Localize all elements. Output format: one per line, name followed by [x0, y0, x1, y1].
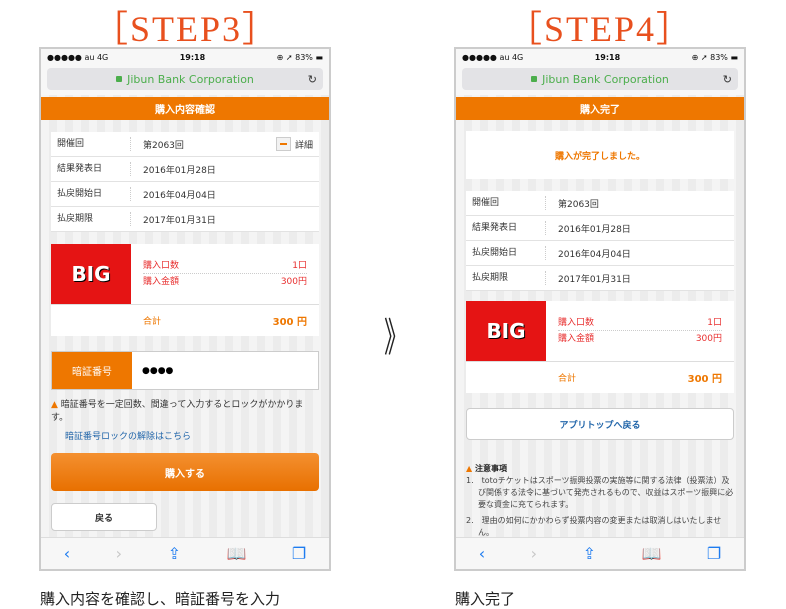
pin-input[interactable]: ●●●●: [132, 352, 318, 389]
value: 2016年04月04日: [558, 249, 631, 260]
count-label: 購入口数: [143, 261, 180, 271]
value: 2017年01月31日: [558, 274, 631, 285]
table-row: 払戻期限 2017年01月31日: [466, 266, 734, 291]
page-title: 購入完了: [456, 97, 744, 120]
phone-step3: ●●●●● au 4G 19:18 ⊕ ➚ 83% ▬ Jibun Bank Cor…: [39, 47, 331, 571]
amount-label: 購入金額: [558, 334, 595, 344]
label: 開催回: [51, 137, 131, 151]
battery: ⊕ ➚ 83% ▬: [691, 53, 738, 62]
label: 結果発表日: [51, 162, 131, 176]
step3-title: ［STEP3］: [91, 9, 281, 49]
total-label: 合計: [143, 317, 162, 327]
warning-text: ▲ 暗証番号を一定回数、間違って入力するとロックがかかります。: [51, 399, 319, 425]
phone-step4: ●●●●● au 4G 19:18 ⊕ ➚ 83% ▬ Jibun Bank Cor…: [454, 47, 746, 571]
info-table: 開催回 第2063回 結果発表日 2016年01月28日 払戻開始日 2016年04月…: [466, 191, 734, 291]
label: 払戻期限: [466, 271, 546, 285]
tabs-icon[interactable]: ❐: [292, 544, 306, 563]
total-value: 300 円: [272, 317, 307, 328]
forward-icon[interactable]: ›: [531, 544, 537, 563]
lock-icon: [116, 76, 123, 82]
label: 払戻期限: [51, 212, 131, 226]
next-arrow-icon: 》: [384, 315, 408, 361]
status-bar: ●●●●● au 4G 19:18 ⊕ ➚ 83% ▬: [456, 49, 744, 66]
bookmarks-icon[interactable]: 📖: [226, 544, 246, 563]
table-row: 開催回 第2063回: [466, 191, 734, 216]
count-label: 購入口数: [558, 318, 595, 328]
purchase-card: BIG 購入口数 1口購入金額 300円 合計 300 円: [466, 301, 734, 393]
notes-title: 注意事項: [474, 464, 507, 473]
browser-toolbar: ‹ › ⇪ 📖 ❐: [456, 537, 744, 569]
buy-button[interactable]: 購入する: [51, 453, 319, 491]
big-logo: BIG: [51, 244, 131, 304]
amount-value: 300円: [280, 277, 307, 287]
unlock-link[interactable]: 暗証番号ロックの解除はこちら: [65, 429, 191, 442]
carrier: ●●●●● au 4G: [47, 53, 109, 62]
table-row: 払戻期限 2017年01月31日: [51, 207, 319, 232]
table-row: 払戻開始日 2016年04月04日: [51, 182, 319, 207]
pin-label: 暗証番号: [52, 352, 132, 389]
table-row: 払戻開始日 2016年04月04日: [466, 241, 734, 266]
big-logo: BIG: [466, 301, 546, 361]
value: 2016年04月04日: [143, 190, 216, 201]
reload-icon[interactable]: ↻: [308, 73, 317, 86]
label: 開催回: [466, 196, 546, 210]
warning-message: 暗証番号を一定回数、間違って入力するとロックがかかります。: [51, 400, 304, 423]
amount-label: 購入金額: [143, 277, 180, 287]
value: 第2063回: [558, 199, 599, 210]
share-icon[interactable]: ⇪: [583, 544, 596, 563]
note-item: 1. totoチケットはスポーツ振興投票の実施等に関する法律（投票法）及び関係す…: [466, 476, 734, 509]
value: 第2063回: [143, 140, 184, 151]
table-row: 開催回 第2063回 詳細: [51, 132, 319, 157]
back-icon[interactable]: ‹: [64, 544, 70, 563]
warning-icon: ▲: [466, 464, 473, 473]
label: 結果発表日: [466, 221, 546, 235]
table-row: 結果発表日 2016年01月28日: [51, 157, 319, 182]
lock-icon: [531, 76, 538, 82]
count-value: 1口: [292, 261, 307, 271]
tabs-icon[interactable]: ❐: [707, 544, 721, 563]
step4-title: ［STEP4］: [505, 9, 695, 49]
info-table: 開催回 第2063回 詳細 結果発表日 2016年01月28日 払戻開始日 2016年0…: [51, 132, 319, 232]
bookmarks-icon[interactable]: 📖: [641, 544, 661, 563]
share-icon[interactable]: ⇪: [168, 544, 181, 563]
clock: 19:18: [179, 53, 206, 62]
page-title: 購入内容確認: [41, 97, 329, 120]
detail-toggle[interactable]: 詳細: [275, 137, 313, 151]
back-icon[interactable]: ‹: [479, 544, 485, 563]
status-bar: ●●●●● au 4G 19:18 ⊕ ➚ 83% ▬: [41, 49, 329, 66]
address-bar[interactable]: Jibun Bank Corporation ↻: [462, 68, 738, 90]
amount-value: 300円: [695, 334, 722, 344]
address-bar[interactable]: Jibun Bank Corporation ↻: [47, 68, 323, 90]
notes: ▲ 注意事項 1. totoチケットはスポーツ振興投票の実施等に関する法律（投票…: [466, 463, 734, 539]
detail-label: 詳細: [294, 140, 313, 151]
table-row: 結果発表日 2016年01月28日: [466, 216, 734, 241]
total-value: 300 円: [687, 374, 722, 385]
value: 2016年01月28日: [143, 165, 216, 176]
value: 2017年01月31日: [143, 215, 216, 226]
complete-message: 購入が完了しました。: [466, 131, 734, 179]
minus-icon: [275, 137, 291, 151]
clock: 19:18: [594, 53, 621, 62]
carrier: ●●●●● au 4G: [462, 53, 524, 62]
value: 2016年01月28日: [558, 224, 631, 235]
url-text: Jibun Bank Corporation: [542, 72, 669, 86]
purchase-card: BIG 購入口数 1口購入金額 300円 合計 300 円: [51, 244, 319, 336]
forward-icon[interactable]: ›: [116, 544, 122, 563]
url-text: Jibun Bank Corporation: [127, 72, 254, 86]
note-item: 2. 理由の如何にかかわらず投票内容の変更または取消しはいたしません。: [466, 516, 722, 537]
total-label: 合計: [558, 374, 577, 384]
app-top-button[interactable]: アプリトップへ戻る: [466, 408, 734, 440]
browser-toolbar: ‹ › ⇪ 📖 ❐: [41, 537, 329, 569]
label: 払戻開始日: [466, 246, 546, 260]
label: 払戻開始日: [51, 187, 131, 201]
count-value: 1口: [707, 318, 722, 328]
back-button[interactable]: 戻る: [51, 503, 157, 531]
reload-icon[interactable]: ↻: [723, 73, 732, 86]
battery: ⊕ ➚ 83% ▬: [276, 53, 323, 62]
warning-icon: ▲: [51, 400, 58, 410]
pin-row: 暗証番号 ●●●●: [51, 351, 319, 390]
